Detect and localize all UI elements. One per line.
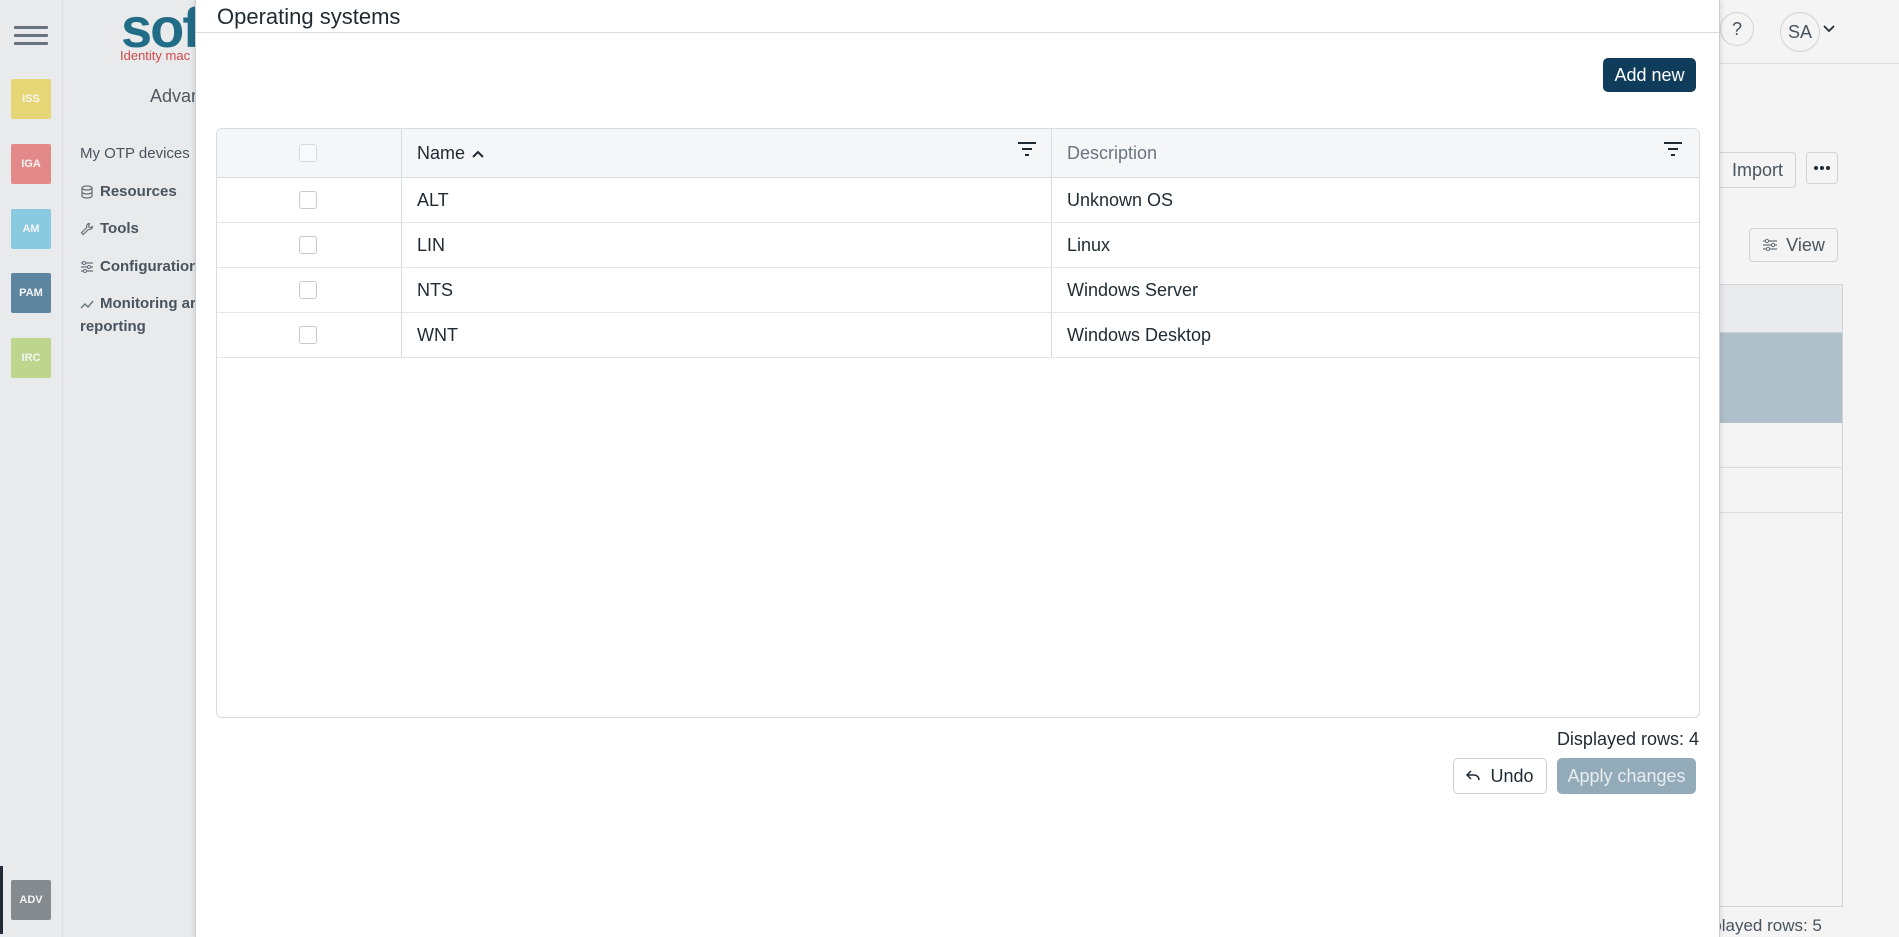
description-value: Windows Server — [1067, 280, 1199, 300]
name-cell[interactable]: NTS — [401, 268, 1051, 312]
select-cell — [217, 178, 401, 222]
operating-systems-dialog: Operating systems Add new Name Descripti… — [195, 0, 1720, 937]
row-checkbox[interactable] — [299, 191, 317, 209]
table-row[interactable]: LIN Linux — [217, 223, 1699, 268]
name-value: ALT — [417, 190, 449, 210]
name-column-header[interactable]: Name — [401, 129, 1051, 177]
undo-label: Undo — [1490, 765, 1534, 786]
apply-changes-button[interactable]: Apply changes — [1557, 758, 1696, 794]
displayed-rows-count: Displayed rows: 4 — [1556, 729, 1699, 749]
name-value: LIN — [417, 235, 446, 255]
description-header-label: Description — [1067, 143, 1158, 163]
add-new-button[interactable]: Add new — [1603, 58, 1696, 92]
name-cell[interactable]: WNT — [401, 313, 1051, 357]
table-header: Name Description — [217, 129, 1699, 178]
select-cell — [217, 223, 401, 267]
name-value: NTS — [417, 280, 453, 300]
name-value: WNT — [417, 325, 458, 345]
filter-icon[interactable] — [1663, 141, 1683, 157]
table-row[interactable]: WNT Windows Desktop — [217, 313, 1699, 358]
name-cell[interactable]: LIN — [401, 223, 1051, 267]
undo-button[interactable]: Undo — [1453, 758, 1547, 794]
description-cell[interactable]: Linux — [1051, 223, 1699, 267]
select-column-header — [217, 129, 401, 177]
dialog-title: Operating systems — [217, 4, 401, 29]
name-cell[interactable]: ALT — [401, 178, 1051, 222]
description-cell[interactable]: Windows Server — [1051, 268, 1699, 312]
name-header-label-group: Name — [417, 143, 485, 164]
description-value: Unknown OS — [1067, 190, 1174, 210]
description-cell[interactable]: Windows Desktop — [1051, 313, 1699, 357]
dialog-header: Operating systems — [196, 0, 1719, 33]
name-header-label: Name — [417, 143, 466, 163]
description-value: Linux — [1067, 235, 1111, 255]
table-row[interactable]: NTS Windows Server — [217, 268, 1699, 313]
row-checkbox[interactable] — [299, 236, 317, 254]
operating-systems-table: Name Description ALT Unknown OS LIN Linu… — [216, 128, 1700, 718]
table-row[interactable]: ALT Unknown OS — [217, 178, 1699, 223]
description-value: Windows Desktop — [1067, 325, 1212, 345]
row-checkbox[interactable] — [299, 326, 317, 344]
filter-icon[interactable] — [1017, 141, 1037, 157]
row-checkbox[interactable] — [299, 281, 317, 299]
select-all-checkbox[interactable] — [299, 144, 317, 162]
sort-ascending-icon — [472, 150, 484, 158]
description-cell[interactable]: Unknown OS — [1051, 178, 1699, 222]
undo-icon — [1466, 770, 1481, 781]
select-cell — [217, 313, 401, 357]
select-cell — [217, 268, 401, 312]
description-column-header[interactable]: Description — [1051, 129, 1699, 177]
